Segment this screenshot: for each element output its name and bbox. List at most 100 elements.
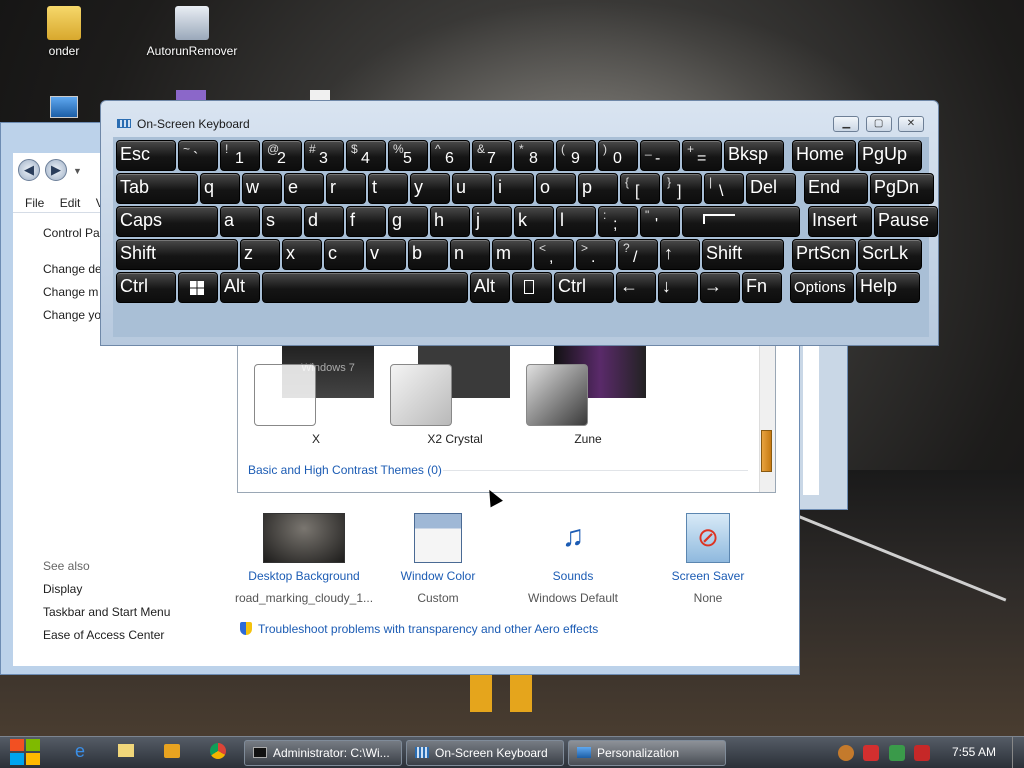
control-panel-home-link[interactable]: Control Pa	[43, 226, 100, 240]
key-menu[interactable]	[512, 272, 552, 303]
key-ctrl[interactable]: Ctrl	[116, 272, 176, 303]
explorer-icon[interactable]	[106, 741, 146, 765]
key-q[interactable]: q	[200, 173, 240, 204]
key-4[interactable]: $4	[346, 140, 386, 171]
key-[interactable]: ↓	[658, 272, 698, 303]
key-[interactable]: ↑	[660, 239, 700, 270]
key-/[interactable]: ? /	[618, 239, 658, 270]
media-player-icon[interactable]	[152, 741, 192, 765]
menu-file[interactable]: File	[25, 193, 44, 213]
key-0[interactable]: ) 0	[598, 140, 638, 171]
sidebar-link-change-desktop-icons[interactable]: Change de	[43, 262, 102, 276]
key-prtscn[interactable]: PrtScn	[792, 239, 856, 270]
key-space[interactable]	[262, 272, 468, 303]
network-icon[interactable]	[888, 745, 905, 761]
sidebar-link-change-account-picture[interactable]: Change yo	[43, 308, 101, 322]
key-9[interactable]: (9	[556, 140, 596, 171]
key-d[interactable]: d	[304, 206, 344, 237]
key-enter[interactable]	[682, 206, 800, 237]
key-fn[interactable]: Fn	[742, 272, 782, 303]
key-m[interactable]: m	[492, 239, 532, 270]
window-color-button[interactable]: Window Color Custom	[368, 513, 508, 605]
maximize-button[interactable]: ▢	[865, 116, 892, 132]
key-n[interactable]: n	[450, 239, 490, 270]
key-pgup[interactable]: PgUp	[858, 140, 922, 171]
key-=[interactable]: + =	[682, 140, 722, 171]
key-l[interactable]: l	[556, 206, 596, 237]
show-desktop-button[interactable]	[1012, 737, 1024, 768]
key-o[interactable]: o	[536, 173, 576, 204]
key-alt[interactable]: Alt	[470, 272, 510, 303]
key-f[interactable]: f	[346, 206, 386, 237]
key-windows[interactable]	[178, 272, 218, 303]
key-alt[interactable]: Alt	[220, 272, 260, 303]
key-b[interactable]: b	[408, 239, 448, 270]
key-home[interactable]: Home	[792, 140, 856, 171]
key-bksp[interactable]: Bksp	[724, 140, 784, 171]
key-6[interactable]: ^ 6	[430, 140, 470, 171]
key-a[interactable]: a	[220, 206, 260, 237]
key-u[interactable]: u	[452, 173, 492, 204]
sidebar-link-change-mouse-pointers[interactable]: Change m	[43, 285, 98, 299]
screen-saver-button[interactable]: ⊘ Screen Saver None	[638, 513, 778, 605]
key-shift[interactable]: Shift	[116, 239, 238, 270]
key-.[interactable]: >.	[576, 239, 616, 270]
desktop-background-button[interactable]: Desktop Background road_marking_cloudy_1…	[234, 513, 374, 605]
key-help[interactable]: Help	[856, 272, 920, 303]
key-z[interactable]: z	[240, 239, 280, 270]
see-also-display[interactable]: Display	[43, 582, 82, 596]
key-2[interactable]: @2	[262, 140, 302, 171]
internet-explorer-icon[interactable]: e	[60, 741, 100, 765]
key-tab[interactable]: Tab	[116, 173, 198, 204]
tray-app-icon[interactable]	[838, 745, 854, 761]
action-center-flag-icon[interactable]	[863, 745, 880, 761]
key-e[interactable]: e	[284, 173, 324, 204]
key-5[interactable]: % 5	[388, 140, 428, 171]
key-3[interactable]: #3	[304, 140, 344, 171]
sounds-button[interactable]: ♫ Sounds Windows Default	[503, 513, 643, 605]
key-8[interactable]: * 8	[514, 140, 554, 171]
key-t[interactable]: t	[368, 173, 408, 204]
background-window[interactable]	[798, 340, 848, 510]
key-,[interactable]: <,	[534, 239, 574, 270]
chrome-icon[interactable]	[198, 741, 238, 765]
key-c[interactable]: c	[324, 239, 364, 270]
minimize-button[interactable]: ▁	[833, 116, 860, 132]
key-end[interactable]: End	[804, 173, 868, 204]
key-x[interactable]: x	[282, 239, 322, 270]
key-h[interactable]: h	[430, 206, 470, 237]
key-v[interactable]: v	[366, 239, 406, 270]
see-also-taskbar[interactable]: Taskbar and Start Menu	[43, 605, 170, 619]
recent-pages-dropdown[interactable]: ▼	[73, 166, 82, 176]
key-y[interactable]: y	[410, 173, 450, 204]
basic-high-contrast-section[interactable]: Basic and High Contrast Themes (0)	[248, 463, 442, 477]
key-`[interactable]: ~ `	[178, 140, 218, 171]
troubleshoot-aero-link[interactable]: Troubleshoot problems with transparency …	[240, 622, 598, 636]
key-[interactable]: ←	[616, 272, 656, 303]
key-scrlk[interactable]: ScrLk	[858, 239, 922, 270]
taskbar-cmd[interactable]: Administrator: C:\Wi...	[244, 740, 402, 766]
taskbar-personalization[interactable]: Personalization	[568, 740, 726, 766]
desktop-icon-folder[interactable]: onder	[14, 6, 114, 58]
key-s[interactable]: s	[262, 206, 302, 237]
back-button[interactable]: ◀	[18, 159, 40, 181]
key-ctrl[interactable]: Ctrl	[554, 272, 614, 303]
key-;[interactable]: :;	[598, 206, 638, 237]
key-[interactable]: →	[700, 272, 740, 303]
key-w[interactable]: w	[242, 173, 282, 204]
key-pgdn[interactable]: PgDn	[870, 173, 934, 204]
key-p[interactable]: p	[578, 173, 618, 204]
key-esc[interactable]: Esc	[116, 140, 176, 171]
key-shift[interactable]: Shift	[702, 239, 784, 270]
key-insert[interactable]: Insert	[808, 206, 872, 237]
key-i[interactable]: i	[494, 173, 534, 204]
key-j[interactable]: j	[472, 206, 512, 237]
menu-edit[interactable]: Edit	[60, 193, 81, 213]
key-7[interactable]: & 7	[472, 140, 512, 171]
desktop-icon-autorunremover[interactable]: AutorunRemover	[142, 6, 242, 58]
key-options[interactable]: Options	[790, 272, 854, 303]
key-g[interactable]: g	[388, 206, 428, 237]
key-del[interactable]: Del	[746, 173, 796, 204]
key-[[interactable]: {[	[620, 173, 660, 204]
start-button[interactable]	[10, 739, 42, 767]
